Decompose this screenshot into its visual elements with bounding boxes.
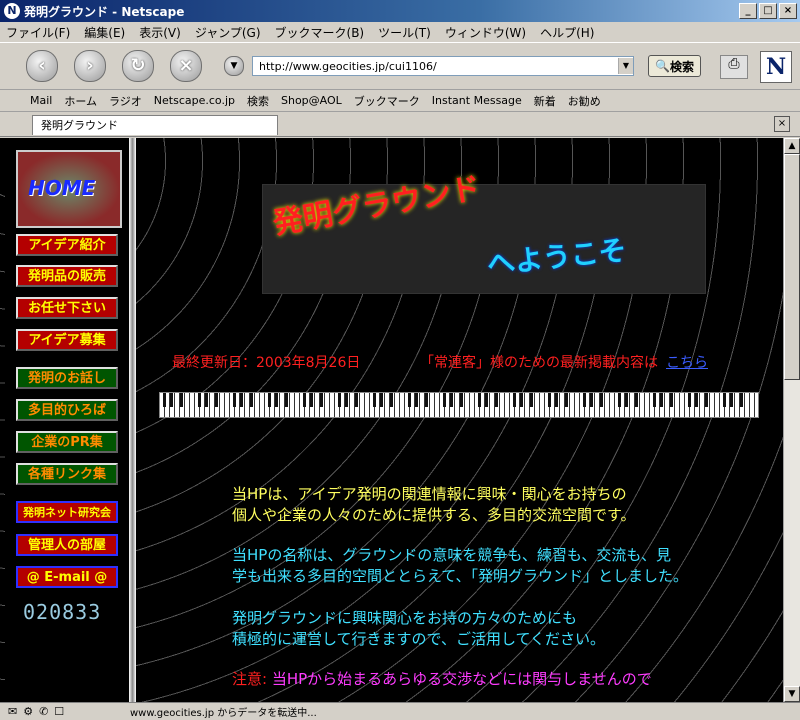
bookmark-shop[interactable]: Shop@AOL <box>281 94 342 107</box>
intro-paragraph: 当HPは、アイデア発明の関連情報に興味・関心をお持ちの 個人や企業の人々のために… <box>232 484 636 526</box>
nav-admin-room[interactable]: 管理人の部屋 <box>16 534 118 556</box>
reload-button[interactable]: ↻ <box>122 50 154 82</box>
regular-visitor-text: 「常連客」様のための最新掲載内容は <box>420 355 658 371</box>
close-tab-icon[interactable]: × <box>774 116 790 132</box>
name-paragraph: 当HPの名称は、グラウンドの意味を競争も、練習も、交流も、見 学も出来る多目的空… <box>232 545 688 587</box>
menu-view[interactable]: 表示(V) <box>139 24 181 41</box>
notice-line-1: 当HPから始まるあらゆる交渉などには関与しませんので <box>271 670 652 688</box>
nav-leave-it-to-us[interactable]: お任せ下さい <box>16 297 118 319</box>
scroll-thumb[interactable] <box>784 154 800 380</box>
search-button[interactable]: 🔍 検索 <box>648 55 701 77</box>
menu-bar: ファイル(F) 編集(E) 表示(V) ジャンプ(G) ブックマーク(B) ツー… <box>0 22 800 42</box>
last-updated: 最終更新日：2003年8月26日 <box>172 355 361 371</box>
menu-window[interactable]: ウィンドウ(W) <box>445 24 526 41</box>
site-sidebar: HOME アイデア紹介 発明品の販売 お任せ下さい アイデア募集 発明のお話し … <box>5 138 129 702</box>
visitor-counter: 020833 <box>23 600 102 624</box>
title-bar: N 発明グラウンド - Netscape _ □ × <box>0 0 800 22</box>
url-dropdown-icon[interactable]: ▼ <box>618 58 633 74</box>
chevron-down-icon[interactable]: ▼ <box>224 56 244 76</box>
menu-edit[interactable]: 編集(E) <box>84 24 125 41</box>
name-line-1: 当HPの名称は、グラウンドの意味を競争も、練習も、交流も、見 <box>232 546 671 564</box>
menu-file[interactable]: ファイル(F) <box>6 24 70 41</box>
piano-divider <box>159 392 759 418</box>
netscape-logo: N <box>760 51 792 83</box>
bookmark-radio[interactable]: ラジオ <box>109 93 142 109</box>
bookmark-netscape[interactable]: Netscape.co.jp <box>154 94 235 107</box>
scroll-down-icon[interactable]: ▼ <box>784 686 800 702</box>
close-button[interactable]: × <box>779 3 797 19</box>
nav-product-sales[interactable]: 発明品の販売 <box>16 265 118 287</box>
netscape-icon: N <box>4 3 20 19</box>
menu-tools[interactable]: ツール(T) <box>378 24 431 41</box>
status-icons: ✉⚙✆☐ <box>8 705 71 718</box>
tab-active[interactable]: 発明グラウンド <box>32 115 278 135</box>
status-text: www.geocities.jp からデータを転送中... <box>130 708 317 719</box>
navigation-toolbar: ‹ › ↻ × ▼ ▼ 🔍 検索 ⎙ N <box>0 42 800 90</box>
nav-idea-intro[interactable]: アイデア紹介 <box>16 234 118 256</box>
search-icon: 🔍 <box>655 59 670 73</box>
tab-bar: 発明グラウンド × <box>0 112 800 137</box>
window-title: 発明グラウンド - Netscape <box>24 4 185 19</box>
regular-visitor-note: 「常連客」様のための最新掲載内容は こちら <box>420 352 708 372</box>
banner-welcome: へようこそ <box>485 233 629 281</box>
notice-label: 注意: <box>232 670 268 688</box>
operation-line-1: 発明グラウンドに興味関心をお持の方々のためにも <box>232 609 578 627</box>
minimize-button[interactable]: _ <box>739 3 757 19</box>
menu-help[interactable]: ヘルプ(H) <box>540 24 594 41</box>
intro-line-1: 当HPは、アイデア発明の関連情報に興味・関心をお持ちの <box>232 485 627 503</box>
status-bar: ✉⚙✆☐ www.geocities.jp からデータを転送中... <box>0 702 800 720</box>
stop-button[interactable]: × <box>170 50 202 82</box>
home-banner-link[interactable]: HOME <box>16 150 122 228</box>
menu-go[interactable]: ジャンプ(G) <box>195 24 261 41</box>
nav-link-collection[interactable]: 各種リンク集 <box>16 463 118 485</box>
search-button-label: 検索 <box>669 59 694 74</box>
operation-line-2: 積極的に運営して行きますので、ご活用してください。 <box>232 630 606 648</box>
bookmark-new[interactable]: 新着 <box>534 93 556 109</box>
print-icon[interactable]: ⎙ <box>720 55 748 79</box>
bookmark-home[interactable]: ホーム <box>64 93 97 109</box>
url-input[interactable] <box>257 58 618 74</box>
bookmarks-toolbar: Mail ホーム ラジオ Netscape.co.jp 検索 Shop@AOL … <box>0 90 800 112</box>
page-content: HOME アイデア紹介 発明品の販売 お任せ下さい アイデア募集 発明のお話し … <box>0 138 784 702</box>
operation-paragraph: 発明グラウンドに興味関心をお持の方々のためにも 積極的に運営して行きますので、ご… <box>232 608 605 650</box>
intro-line-2: 個人や企業の人々のために提供する、多目的交流空間です。 <box>232 506 636 524</box>
nav-multipurpose-plaza[interactable]: 多目的ひろば <box>16 399 118 421</box>
nav-email[interactable]: @ E-mail @ <box>16 566 118 588</box>
bookmark-instant-message[interactable]: Instant Message <box>432 94 522 107</box>
forward-button[interactable]: › <box>74 50 106 82</box>
here-link[interactable]: こちら <box>666 355 708 371</box>
maximize-button[interactable]: □ <box>759 3 777 19</box>
nav-invention-net[interactable]: 発明ネット研究会 <box>16 501 118 523</box>
name-line-2: 学も出来る多目的空間ととらえて、「発明グラウンド」としました。 <box>232 567 689 585</box>
nav-company-pr[interactable]: 企業のPR集 <box>16 431 118 453</box>
nav-idea-wanted[interactable]: アイデア募集 <box>16 329 118 351</box>
bookmark-search[interactable]: 検索 <box>247 93 269 109</box>
url-field[interactable]: ▼ <box>252 56 634 76</box>
nav-invention-stories[interactable]: 発明のお話し <box>16 367 118 389</box>
bookmark-mail[interactable]: Mail <box>30 94 52 107</box>
bookmark-folder[interactable]: ブックマーク <box>354 93 420 109</box>
frame-divider[interactable] <box>129 138 136 702</box>
vertical-scrollbar[interactable]: ▲ ▼ <box>783 138 800 702</box>
menu-bookmarks[interactable]: ブックマーク(B) <box>275 24 365 41</box>
back-button[interactable]: ‹ <box>26 50 58 82</box>
home-label: HOME <box>28 176 96 200</box>
scroll-up-icon[interactable]: ▲ <box>784 138 800 154</box>
notice-paragraph: 注意: 当HPから始まるあらゆる交渉などには関与しませんので <box>232 669 652 690</box>
welcome-banner: 発明グラウンド へようこそ <box>262 171 706 294</box>
banner-title: 発明グラウンド <box>270 170 484 242</box>
bookmark-recommend[interactable]: お勧め <box>568 93 601 109</box>
